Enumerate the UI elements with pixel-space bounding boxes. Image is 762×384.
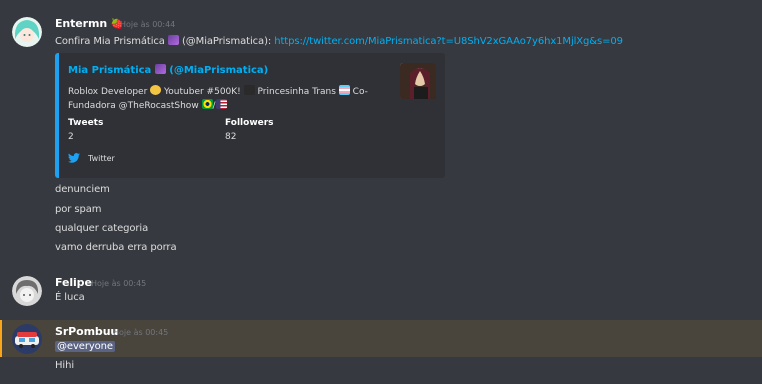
message-text: denunciem [55,184,110,195]
field-value-followers: 82 [225,132,237,142]
brazil-flag-emoji [201,99,213,109]
twitter-embed: Mia Prismática (@MiaPrismatica) Roblox D… [55,53,445,178]
tweet-link[interactable]: https://twitter.com/MiaPrismatica?t=U8Sh… [274,36,623,47]
trans-flag-emoji [338,85,350,95]
field-value-tweets: 2 [68,132,74,142]
twitter-bird-icon [68,153,80,163]
embed-description: Roblox Developer Youtuber #500K! Princes… [68,85,368,111]
field-name-tweets: Tweets [68,118,104,128]
avatar-entermn[interactable] [12,17,42,47]
message-text: qualquer categoria [55,223,149,234]
message-text: É luca [55,292,85,303]
username-felipe[interactable]: Felipe [55,276,92,289]
embed-thumbnail[interactable] [400,63,436,99]
message-text: Confira Mia Prismática (@MiaPrismatica):… [55,35,623,47]
embed-footer: Twitter [68,153,115,163]
message-text: vamo derruba erra porra [55,242,177,253]
avatar-srpombuu[interactable] [12,324,42,354]
everyone-mention[interactable]: @everyone [55,341,115,352]
message-text: @everyone [55,341,115,352]
sparkles-emoji [167,35,179,45]
timestamp: Hoje às 00:44 [120,20,176,29]
ribbon-emoji [243,85,255,95]
us-flag-emoji [215,99,227,109]
sparkles-emoji [154,64,166,74]
timestamp: Hoje às 00:45 [113,328,169,337]
embed-footer-text: Twitter [88,153,115,163]
message-text: Hihi [55,360,75,371]
timestamp: Hoje às 00:45 [91,279,147,288]
avatar-felipe[interactable] [12,276,42,306]
embed-author[interactable]: Mia Prismática (@MiaPrismatica) [68,64,268,76]
construction-worker-emoji [150,85,162,95]
username-srpombuu[interactable]: SrPombuu [55,325,118,338]
message-text: por spam [55,204,102,215]
field-name-followers: Followers [225,118,274,128]
username-entermn[interactable]: Entermn 🍓 [55,17,123,30]
